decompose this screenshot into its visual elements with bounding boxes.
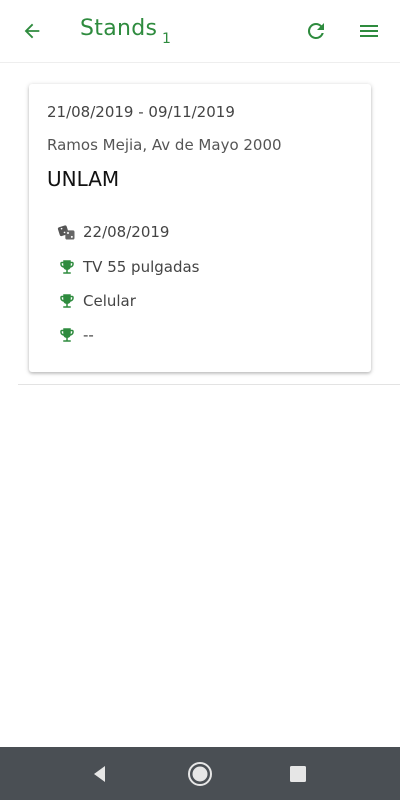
stand-card[interactable]: 21/08/2019 - 09/11/2019 Ramos Mejia, Av … (29, 84, 371, 372)
stand-name: UNLAM (47, 167, 120, 191)
trophy-icon (57, 257, 77, 277)
system-home-button[interactable] (186, 760, 214, 788)
page-title: Stands (80, 16, 158, 41)
prize-item: TV 55 pulgadas (57, 257, 199, 277)
back-triangle-icon (94, 766, 105, 782)
draw-date: 22/08/2019 (83, 223, 170, 241)
draw-date-row: 22/08/2019 (57, 222, 169, 242)
prize-item: Celular (57, 291, 136, 311)
recents-square-icon (290, 766, 306, 782)
list-divider (18, 384, 400, 385)
menu-button[interactable] (355, 17, 383, 45)
system-back-button[interactable] (86, 760, 114, 788)
prize-label: TV 55 pulgadas (83, 258, 200, 276)
prize-label: -- (83, 326, 94, 344)
system-nav-bar (0, 747, 400, 800)
prize-label: Celular (83, 292, 136, 310)
app-bar: Stands 1 (0, 0, 400, 63)
hamburger-menu-icon (360, 25, 378, 37)
system-recents-button[interactable] (284, 760, 312, 788)
trophy-icon (57, 325, 77, 345)
prize-item: -- (57, 325, 94, 345)
refresh-button[interactable] (302, 17, 330, 45)
stand-address: Ramos Mejia, Av de Mayo 2000 (47, 136, 282, 154)
home-circle-icon (188, 762, 212, 786)
trophy-icon (57, 291, 77, 311)
back-button[interactable] (18, 17, 46, 45)
dice-icon (57, 222, 77, 242)
stand-dates: 21/08/2019 - 09/11/2019 (47, 103, 235, 121)
stands-count-badge: 1 (162, 31, 171, 47)
arrow-left-icon (24, 23, 40, 39)
refresh-icon (307, 22, 324, 39)
